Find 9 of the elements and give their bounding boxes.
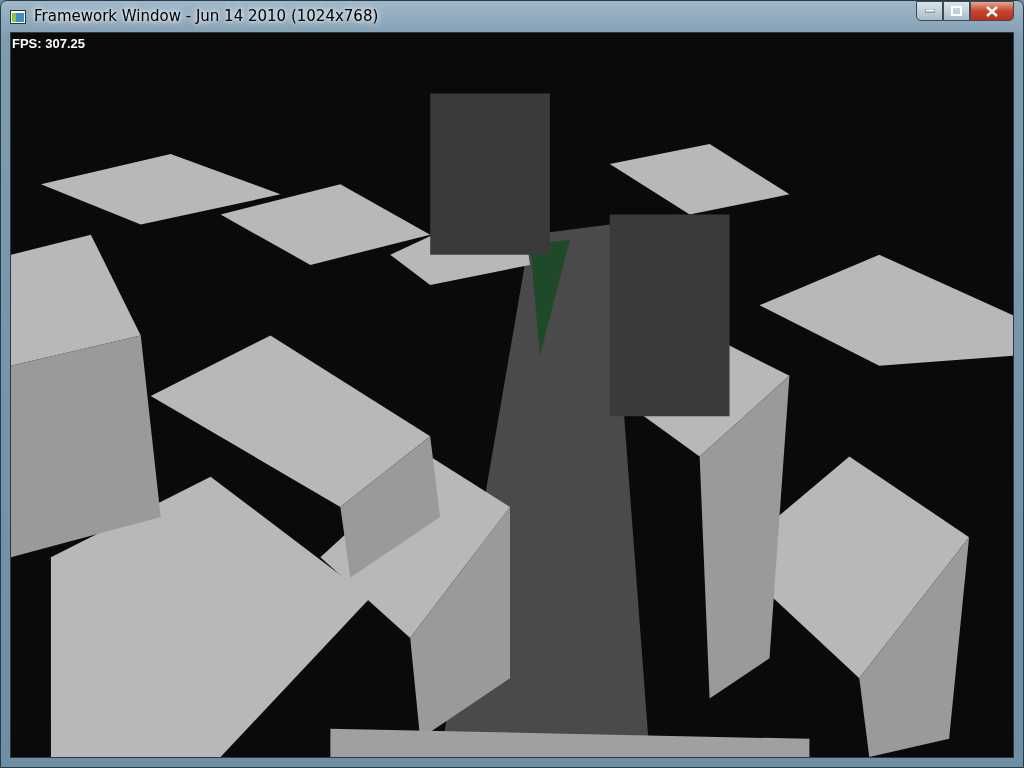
window-icon [10, 9, 26, 24]
minimize-icon [924, 9, 935, 13]
close-icon [986, 5, 998, 17]
close-button[interactable] [970, 1, 1014, 21]
minimize-button[interactable] [916, 1, 943, 21]
maximize-icon [951, 6, 962, 16]
window-title: Framework Window - Jun 14 2010 (1024x768) [34, 6, 379, 28]
fps-counter: FPS: 307.25 [12, 35, 85, 53]
maximize-button[interactable] [943, 1, 970, 21]
